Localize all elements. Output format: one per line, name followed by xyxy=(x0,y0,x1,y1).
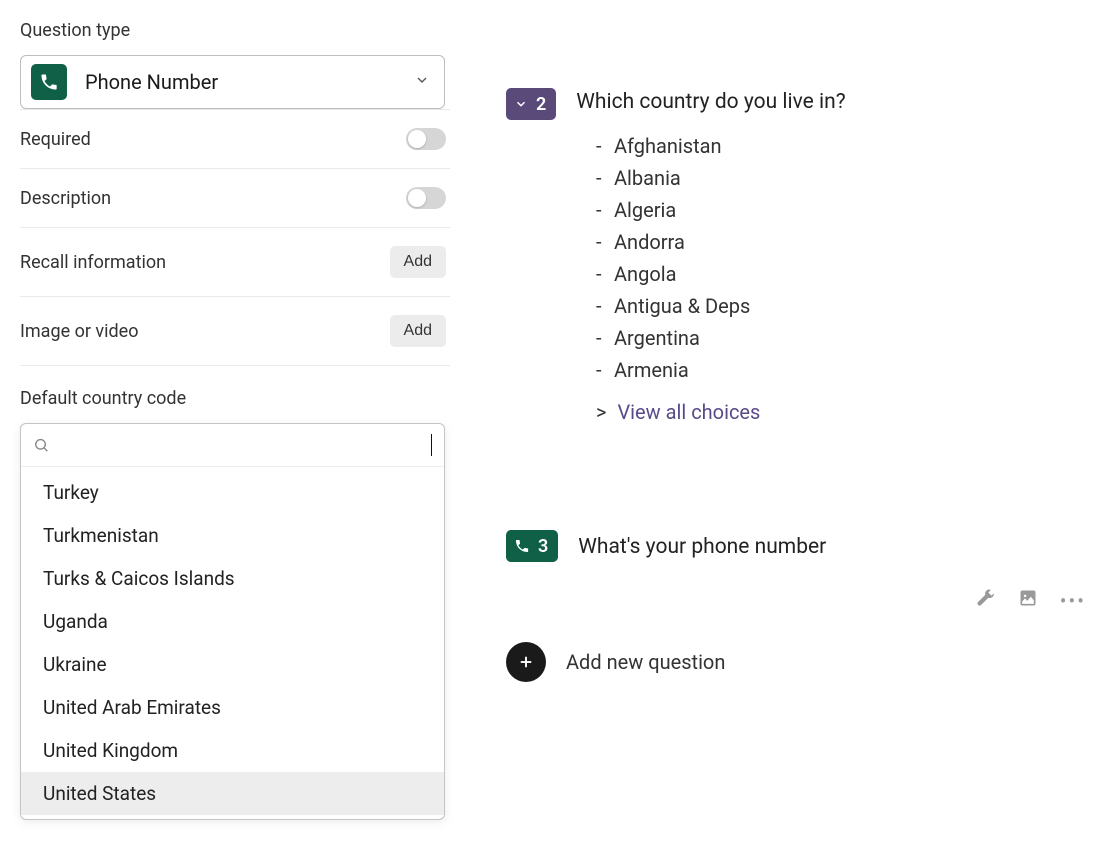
question-2-badge[interactable]: 2 xyxy=(506,88,556,120)
phone-icon xyxy=(31,64,67,100)
recall-row: Recall information Add xyxy=(20,227,450,296)
country-option[interactable]: Turkmenistan xyxy=(21,514,444,557)
question-3-number: 3 xyxy=(538,536,548,557)
question-type-select[interactable]: Phone Number xyxy=(20,55,445,109)
description-toggle[interactable] xyxy=(406,187,446,209)
country-option-list: TurkeyTurkmenistanTurks & Caicos Islands… xyxy=(21,467,444,819)
country-search-input[interactable] xyxy=(57,435,421,456)
country-option[interactable]: Turks & Caicos Islands xyxy=(21,557,444,600)
choice-item: -Albania xyxy=(596,162,1096,194)
chevron-right-icon: > xyxy=(596,400,606,424)
country-option[interactable]: Turkey xyxy=(21,471,444,514)
text-cursor xyxy=(431,434,432,456)
description-label: Description xyxy=(20,188,111,209)
view-all-choices-link[interactable]: View all choices xyxy=(617,400,760,424)
required-row: Required xyxy=(20,109,450,168)
settings-panel: Question type Phone Number Required Desc… xyxy=(0,0,465,868)
add-question-row: Add new question xyxy=(506,642,1096,682)
media-row: Image or video Add xyxy=(20,296,450,365)
question-type-value: Phone Number xyxy=(85,70,218,94)
media-label: Image or video xyxy=(20,321,138,342)
choice-item: -Algeria xyxy=(596,194,1096,226)
description-row: Description xyxy=(20,168,450,227)
search-icon xyxy=(33,436,49,454)
country-option[interactable]: Uganda xyxy=(21,600,444,643)
wrench-icon[interactable] xyxy=(976,588,996,613)
country-option[interactable]: United Arab Emirates xyxy=(21,686,444,729)
country-search-row xyxy=(21,424,444,467)
choice-item: -Afghanistan xyxy=(596,130,1096,162)
chevron-down-icon xyxy=(514,97,528,111)
choice-item: -Andorra xyxy=(596,226,1096,258)
view-all-row: > View all choices xyxy=(596,394,1096,430)
choice-item: -Argentina xyxy=(596,322,1096,354)
question-type-label: Question type xyxy=(20,20,455,41)
recall-add-button[interactable]: Add xyxy=(390,246,446,278)
question-action-icons: ••• xyxy=(976,588,1086,613)
add-question-label: Add new question xyxy=(566,650,725,674)
canvas-panel: 2 Which country do you live in? -Afghani… xyxy=(506,88,1096,682)
question-2-choices: -Afghanistan-Albania-Algeria-Andorra-Ang… xyxy=(596,130,1096,386)
chevron-down-icon xyxy=(414,72,430,93)
country-option[interactable]: Ukraine xyxy=(21,643,444,686)
question-3-badge[interactable]: 3 xyxy=(506,530,558,562)
plus-icon xyxy=(517,653,535,671)
more-icon[interactable]: ••• xyxy=(1060,589,1086,613)
question-type-value-wrap: Phone Number xyxy=(31,64,218,100)
phone-icon xyxy=(514,538,530,554)
media-add-button[interactable]: Add xyxy=(390,315,446,347)
recall-label: Recall information xyxy=(20,252,166,273)
choice-item: -Armenia xyxy=(596,354,1096,386)
choice-item: -Angola xyxy=(596,258,1096,290)
country-dropdown: TurkeyTurkmenistanTurks & Caicos Islands… xyxy=(20,423,445,820)
question-3-title: What's your phone number xyxy=(578,533,826,559)
required-toggle[interactable] xyxy=(406,128,446,150)
country-option[interactable]: United States xyxy=(21,772,444,815)
required-label: Required xyxy=(20,129,91,150)
question-2-title: Which country do you live in? xyxy=(576,88,845,120)
country-option[interactable]: United Kingdom xyxy=(21,729,444,772)
add-question-button[interactable] xyxy=(506,642,546,682)
choice-item: -Antigua & Deps xyxy=(596,290,1096,322)
image-icon[interactable] xyxy=(1018,588,1038,613)
question-2-number: 2 xyxy=(536,94,546,115)
country-code-label: Default country code xyxy=(20,388,450,409)
country-code-section: Default country code TurkeyTurkmenistanT… xyxy=(20,365,450,820)
question-2-block: 2 Which country do you live in? xyxy=(506,88,1096,120)
question-3-block: 3 What's your phone number xyxy=(506,530,1096,562)
